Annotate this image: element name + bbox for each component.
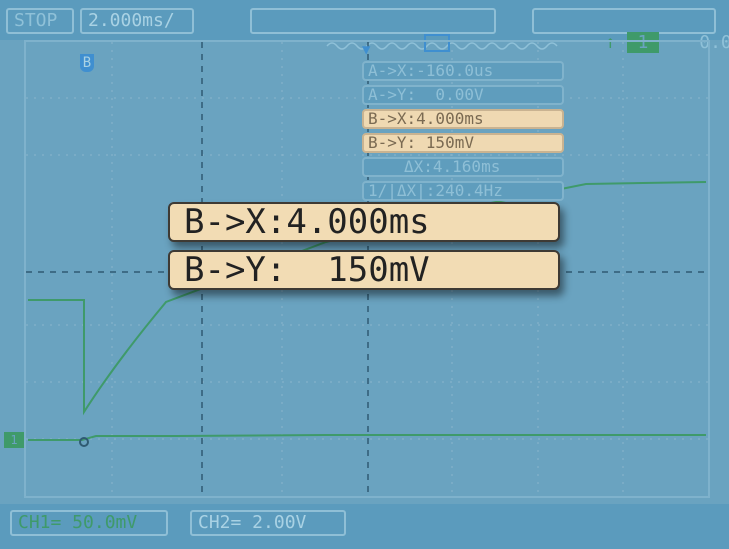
readout-b-y: B->Y: 150mV [362,133,564,153]
timebase-readout: 2.000ms/ [80,8,194,34]
readout-a-x: A->X:-160.0us [362,61,564,81]
bottom-status-bar: CH1= 50.0mV CH2= 2.00V [0,504,729,549]
zoomed-b-x-readout: B->X:4.000ms [168,202,560,242]
readout-delta-x: ΔX:4.160ms [362,157,564,177]
readout-inv-delta-x: 1/|ΔX|:240.4Hz [362,181,564,201]
zoomed-b-y-readout: B->Y: 150mV [168,250,560,290]
readout-a-y: A->Y: 0.00V [362,85,564,105]
ch2-scale[interactable]: CH2= 2.00V [190,510,346,536]
ch2-trace [28,434,706,441]
trigger-position-icon[interactable]: ▼ [362,42,370,58]
run-state-badge: STOP [6,8,74,34]
top-status-bar: STOP 2.000ms/ ↑ 1 0.00V [0,0,729,53]
ch1-ground-marker[interactable]: 1 [4,432,24,448]
trigger-status: ↑ 1 0.00V [532,8,729,53]
ch1-scale[interactable]: CH1= 50.0mV [10,510,168,536]
memory-position-bar[interactable] [250,8,558,52]
cursor-b-marker[interactable]: B [80,54,94,72]
readout-b-x: B->X:4.000ms [362,109,564,129]
scope-screen: STOP 2.000ms/ ↑ 1 0.00V [0,0,729,549]
